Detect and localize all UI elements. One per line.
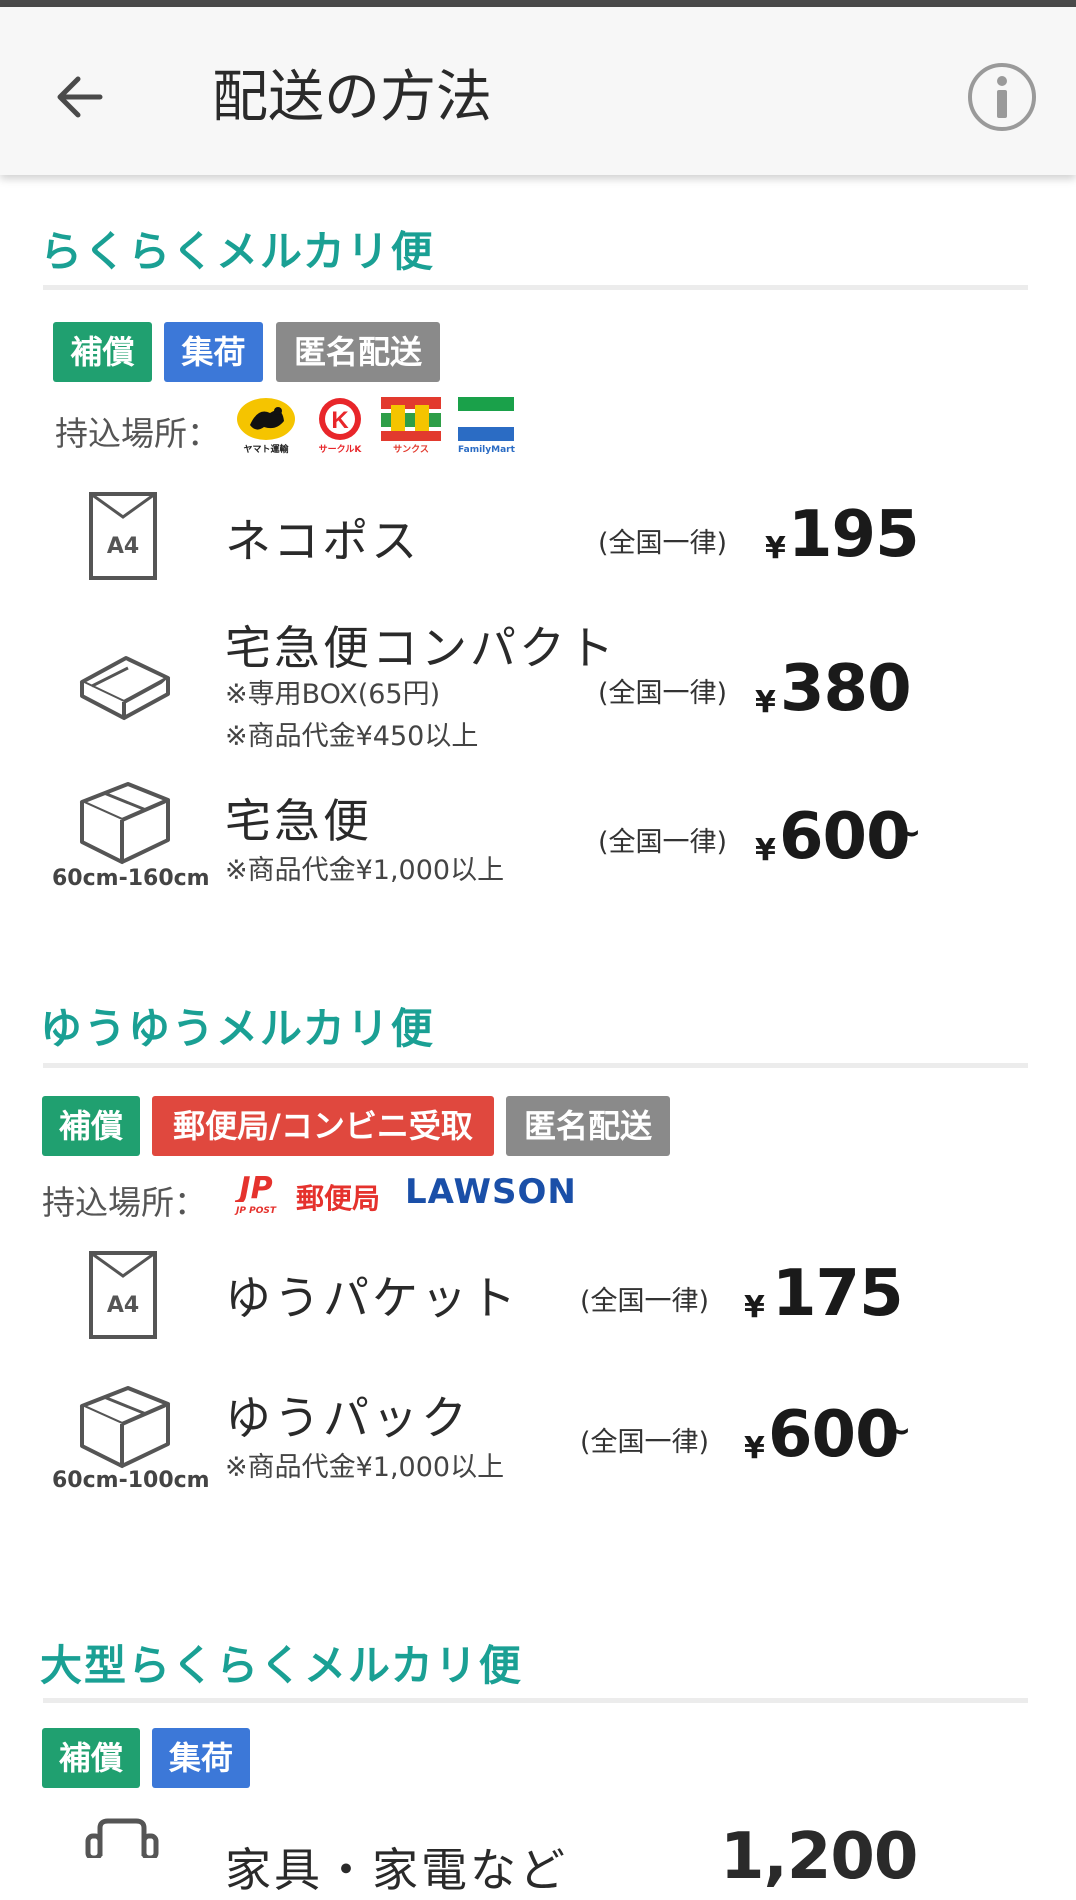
tag-pickup: 集荷 <box>152 1728 250 1788</box>
price-takkyubin: 600 <box>779 800 911 874</box>
item-name-takkyubin: 宅急便 <box>225 794 372 848</box>
yen-symbol: ¥ <box>744 1290 765 1325</box>
lawson-logo: LAWSON <box>405 1172 577 1212</box>
item-name-large: 家具・家電など <box>225 1843 568 1897</box>
tag-compensation: 補償 <box>42 1096 140 1156</box>
back-button[interactable] <box>40 52 120 142</box>
uniform-label: (全国一律) <box>598 678 728 709</box>
yen-symbol: ¥ <box>744 1431 765 1466</box>
uniform-label: (全国一律) <box>580 1286 710 1317</box>
size-label: 60cm-100cm <box>52 1468 210 1493</box>
section-title-rakuraku: らくらくメルカリ便 <box>40 227 435 276</box>
app-bar: 配送の方法 <box>0 7 1076 175</box>
info-icon[interactable] <box>966 61 1038 133</box>
svg-text:A4: A4 <box>107 1293 139 1318</box>
a4-envelope-icon: A4 <box>88 1250 158 1344</box>
back-arrow-icon <box>57 76 103 118</box>
item-name-yupack: ゆうパック <box>225 1391 470 1445</box>
divider <box>43 1698 1028 1703</box>
tag-compensation: 補償 <box>42 1728 140 1788</box>
dropoff-label: 持込場所： <box>42 1183 207 1222</box>
dropoff-label: 持込場所： <box>55 414 220 453</box>
section-title-large: 大型らくらくメルカリ便 <box>40 1641 523 1690</box>
tag-pickup: 集荷 <box>164 322 263 382</box>
box-icon <box>76 780 174 870</box>
item-name-compact: 宅急便コンパクト <box>225 621 617 675</box>
price-yupack: 600 <box>768 1398 900 1472</box>
sunkus-logo: サンクス <box>381 397 441 455</box>
price-compact: 380 <box>780 652 912 726</box>
yen-symbol: ¥ <box>765 531 786 566</box>
item-note: ※商品代金¥1,000以上 <box>225 1452 505 1483</box>
svg-text:K: K <box>331 407 349 434</box>
tag-post-office-pickup: 郵便局/コンビニ受取 <box>152 1096 494 1156</box>
item-name-yupacket: ゆうパケット <box>225 1271 519 1325</box>
uniform-label: (全国一律) <box>598 528 728 559</box>
section-title-yuyu: ゆうゆうメルカリ便 <box>40 1004 435 1053</box>
tag-anonymous: 匿名配送 <box>276 322 440 382</box>
box-icon <box>76 1384 174 1474</box>
page-title: 配送の方法 <box>212 65 492 130</box>
tag-anonymous: 匿名配送 <box>506 1096 670 1156</box>
divider <box>43 285 1028 290</box>
jp-post-logo: JP JP POST <box>234 1171 276 1216</box>
divider <box>43 1063 1028 1068</box>
post-office-logo-text: 郵便局 <box>296 1182 381 1215</box>
item-note: ※商品代金¥1,000以上 <box>225 855 505 886</box>
svg-text:JP: JP <box>234 1172 272 1202</box>
price-nekopos: 195 <box>788 498 920 572</box>
circle-k-logo: K サークルK <box>313 397 367 455</box>
uniform-label: (全国一律) <box>580 1427 710 1458</box>
price-tilde: ~ <box>883 1411 912 1451</box>
sofa-icon <box>84 1818 160 1862</box>
price-tilde: ~ <box>893 813 922 853</box>
familymart-logo: FamilyMart <box>458 397 515 455</box>
flat-box-icon <box>78 652 172 726</box>
item-name-nekopos: ネコポス <box>225 514 421 568</box>
a4-envelope-icon: A4 <box>88 491 158 585</box>
price-yupacket: 175 <box>772 1257 904 1331</box>
size-label: 60cm-160cm <box>52 866 210 891</box>
item-note: ※商品代金¥450以上 <box>225 721 479 752</box>
item-note: ※専用BOX(65円) <box>225 679 441 710</box>
yen-symbol: ¥ <box>755 685 776 720</box>
svg-text:A4: A4 <box>107 534 139 559</box>
status-bar-edge <box>0 0 1076 7</box>
tag-compensation: 補償 <box>53 322 152 382</box>
yen-symbol: ¥ <box>755 833 776 868</box>
uniform-label: (全国一律) <box>598 827 728 858</box>
price-large: 1,200 <box>720 1820 918 1894</box>
yamato-logo: ヤマト運輸 <box>236 397 296 455</box>
